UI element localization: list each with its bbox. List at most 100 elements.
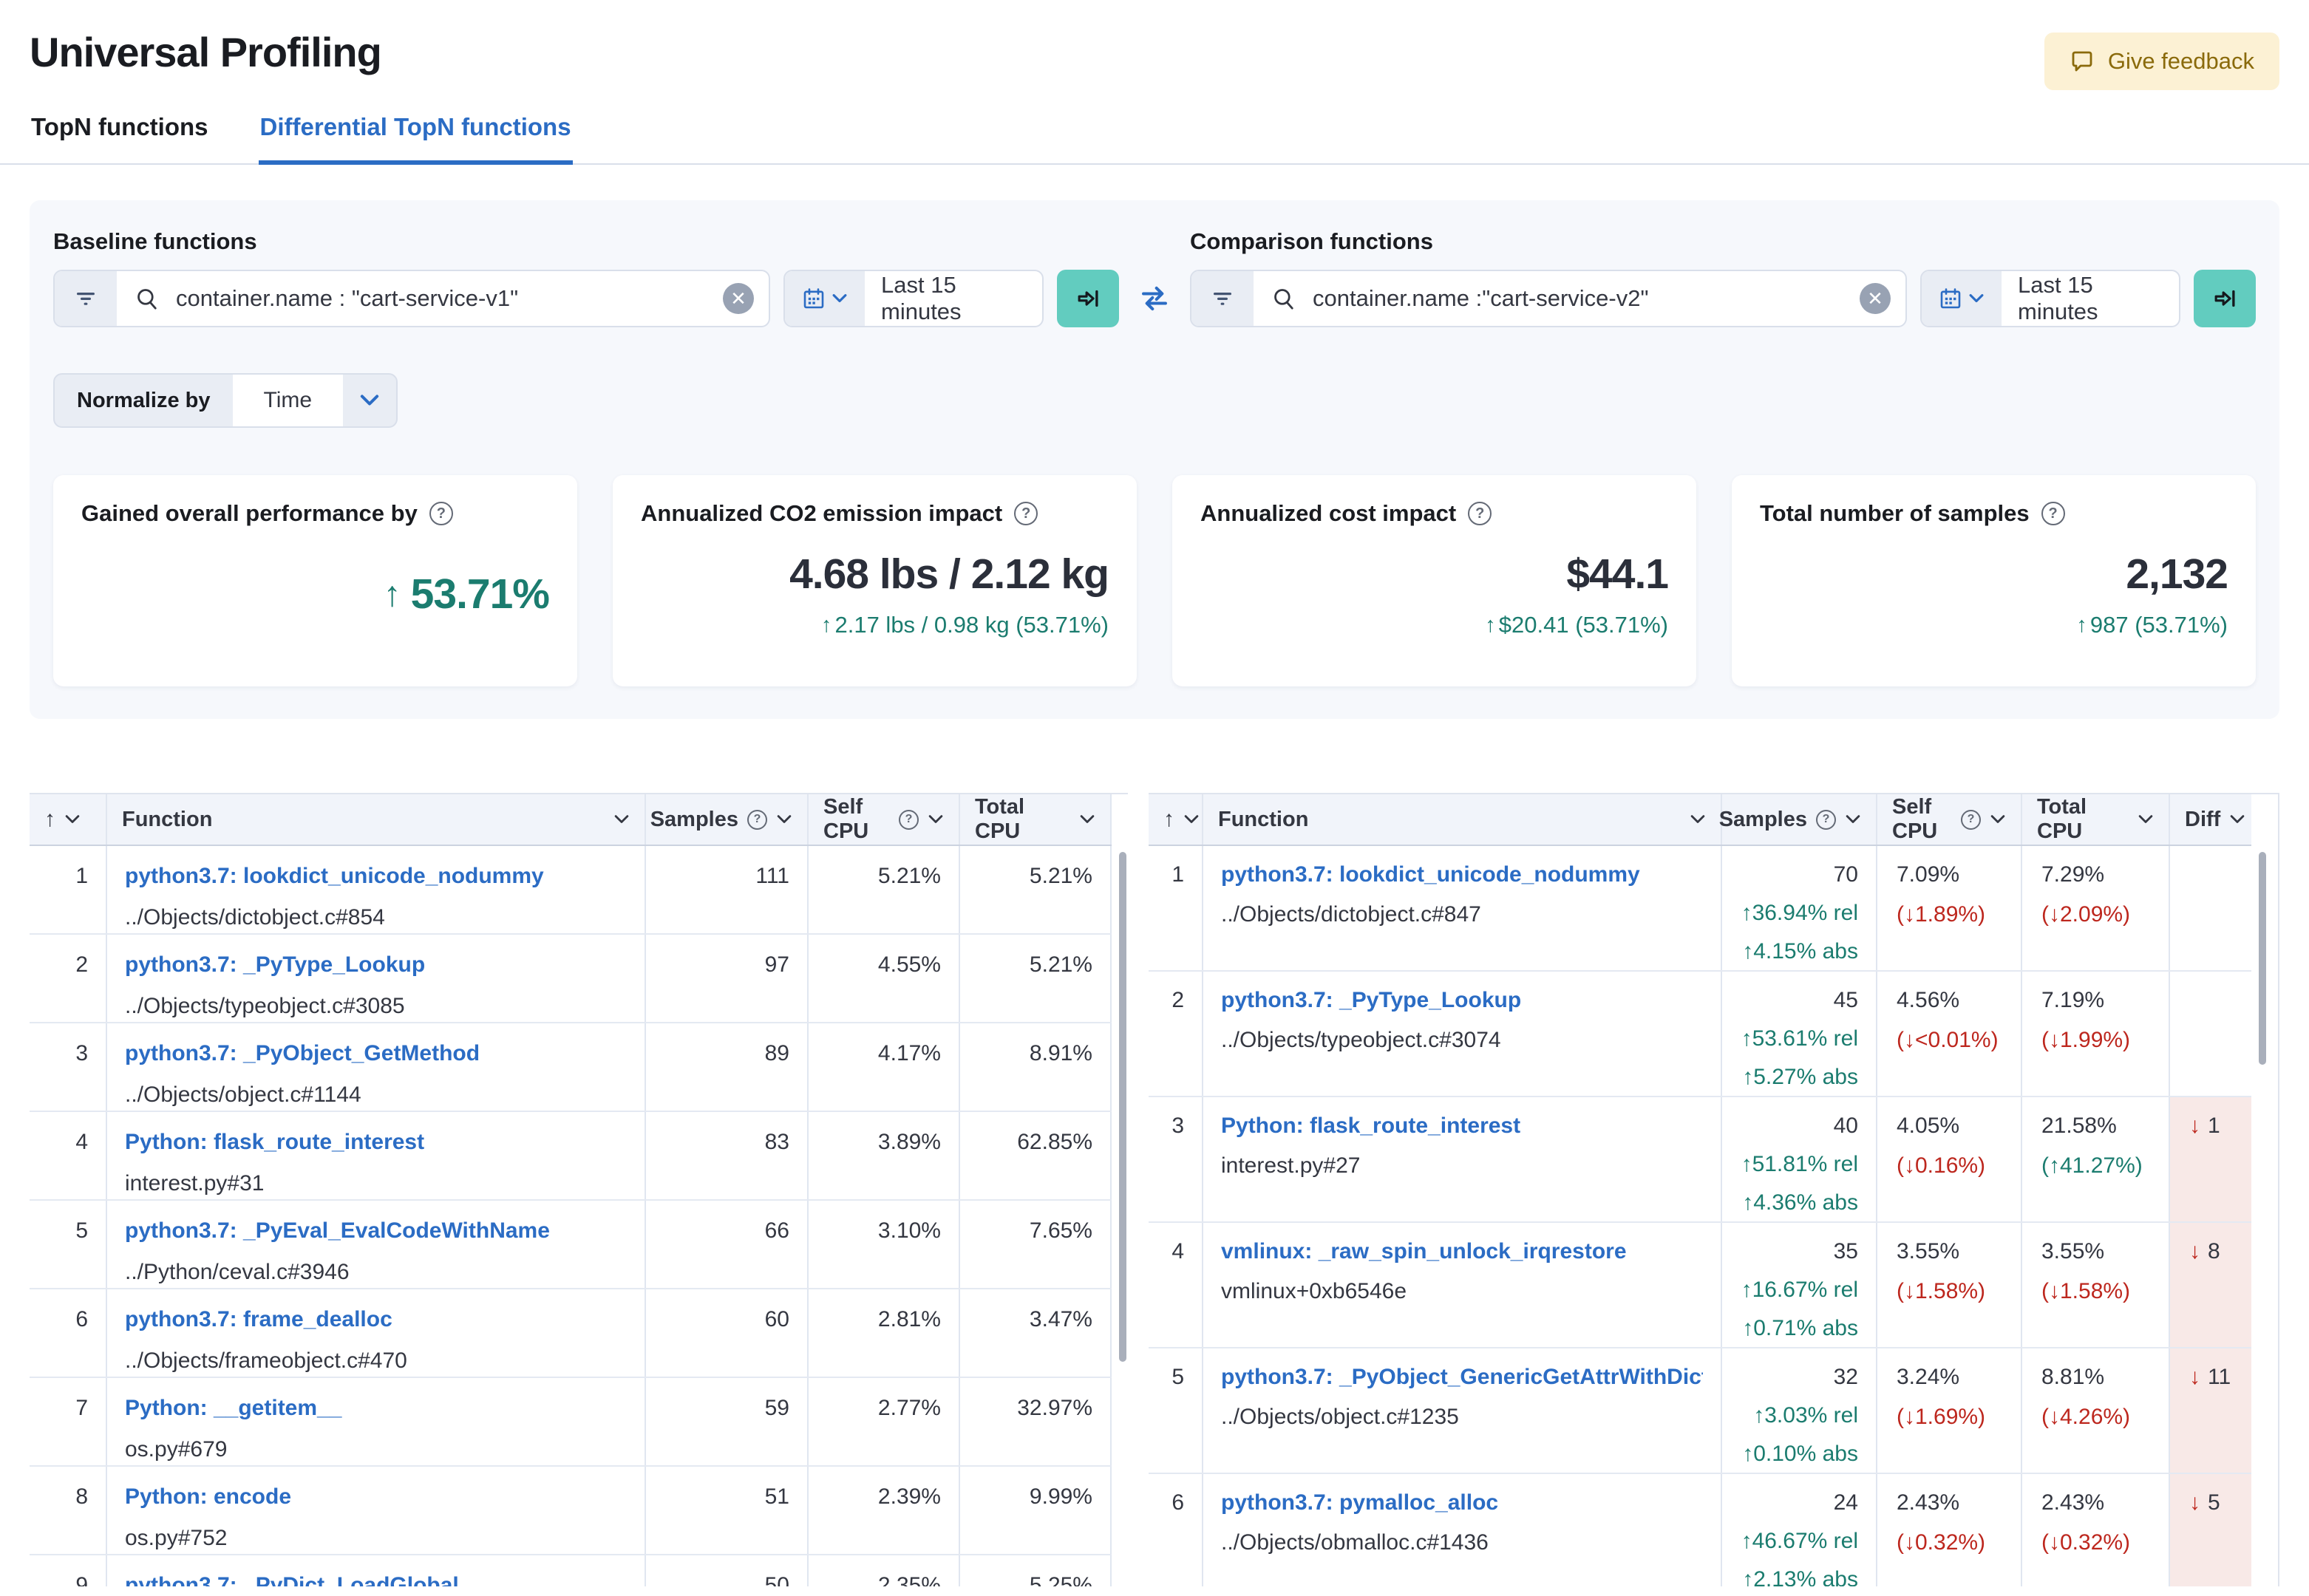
function-link[interactable]: vmlinux: _raw_spin_unlock_irqrestore <box>1221 1239 1703 1264</box>
tables-section: ↑ Function Samples ? Self CPU ? Total CP… <box>0 793 2309 1586</box>
self-cpu-value: 3.55% <box>1897 1239 1960 1264</box>
arrow-down-icon: ↓ <box>2189 1114 2200 1138</box>
baseline-clear-icon[interactable]: ✕ <box>723 283 754 314</box>
samples-relative-change: ↑53.61% rel <box>1741 1026 1858 1051</box>
self-cpu-delta: (↓<0.01%) <box>1897 1028 1999 1052</box>
baseline-filter-button[interactable] <box>55 271 117 326</box>
function-link[interactable]: python3.7: _PyType_Lookup <box>1221 988 1703 1013</box>
arrow-up-icon: ↑ <box>820 613 832 637</box>
comparison-calendar-button[interactable] <box>1922 271 2002 326</box>
comparison-filter-button[interactable] <box>1191 271 1254 326</box>
tab-bar: TopN functions Differential TopN functio… <box>0 109 2309 165</box>
header-rank-sort[interactable]: ↑ <box>30 794 107 845</box>
function-source-file: ../Objects/dictobject.c#847 <box>1221 902 1481 927</box>
rank-diff-cell: ↓ 5 <box>2170 1474 2251 1586</box>
row-rank: 4 <box>30 1112 107 1199</box>
samples-absolute-change: ↑4.15% abs <box>1742 939 1858 964</box>
function-link[interactable]: Python: __getitem__ <box>125 1396 627 1421</box>
comparison-time-range[interactable]: Last 15 minutes <box>2002 271 2179 326</box>
function-link[interactable]: python3.7: _PyType_Lookup <box>125 952 627 978</box>
row-rank: 5 <box>1149 1348 1203 1473</box>
header-self-cpu[interactable]: Self CPU ? <box>809 794 960 845</box>
function-source-file: ../Objects/frameobject.c#470 <box>125 1348 407 1373</box>
header-function[interactable]: Function <box>107 794 646 845</box>
header-self-cpu[interactable]: Self CPU ? <box>1877 794 2022 845</box>
header-samples[interactable]: Samples ? <box>646 794 809 845</box>
total-cpu-value: 7.19% <box>2041 988 2105 1012</box>
calendar-icon <box>1940 288 1961 309</box>
function-link[interactable]: Python: flask_route_interest <box>125 1130 627 1155</box>
function-link[interactable]: python3.7: lookdict_unicode_nodummy <box>1221 862 1703 887</box>
help-icon[interactable]: ? <box>1468 502 1492 525</box>
total-cpu-delta: (↓2.09%) <box>2041 902 2131 927</box>
rank-diff-value: 5 <box>2208 1490 2220 1515</box>
self-cpu-value: 2.43% <box>1897 1490 1960 1515</box>
rank-diff-cell <box>2170 972 2251 1096</box>
self-cpu-delta: (↓0.32%) <box>1897 1530 1986 1555</box>
baseline-update-button[interactable] <box>1057 270 1119 327</box>
row-rank: 4 <box>1149 1223 1203 1347</box>
header-diff[interactable]: Diff <box>2170 794 2251 845</box>
samples-value: 35 <box>1833 1239 1858 1264</box>
chevron-down-icon <box>360 395 379 406</box>
chevron-down-icon <box>1690 815 1705 823</box>
comparison-update-button[interactable] <box>2194 270 2256 327</box>
function-link[interactable]: python3.7: frame_dealloc <box>125 1307 627 1332</box>
estimated-help-icon[interactable]: ? <box>899 809 919 830</box>
function-source-file: interest.py#27 <box>1221 1153 1361 1178</box>
samples-value: 60 <box>646 1289 809 1377</box>
estimated-help-icon[interactable]: ? <box>747 809 767 830</box>
function-link[interactable]: Python: flask_route_interest <box>1221 1114 1703 1139</box>
self-cpu-value: 3.24% <box>1897 1365 1960 1389</box>
help-icon[interactable]: ? <box>1014 502 1038 525</box>
samples-value: 111 <box>646 846 809 933</box>
row-rank: 2 <box>30 935 107 1022</box>
baseline-search-box: container.name : "cart-service-v1" ✕ <box>53 270 770 327</box>
function-link[interactable]: Python: encode <box>125 1484 627 1510</box>
chevron-down-icon <box>2138 815 2153 823</box>
table-row: 5 python3.7: _PyObject_GenericGetAttrWit… <box>1149 1348 2251 1474</box>
samples-value: 45 <box>1833 988 1858 1012</box>
chevron-down-icon <box>614 815 629 823</box>
give-feedback-button[interactable]: Give feedback <box>2044 33 2279 90</box>
comparison-clear-icon[interactable]: ✕ <box>1860 283 1891 314</box>
baseline-datepicker: Last 15 minutes <box>783 270 1044 327</box>
swap-sides-button[interactable] <box>1119 270 1190 327</box>
column-label: Function <box>1218 807 1309 831</box>
header-samples[interactable]: Samples ? <box>1719 794 1877 845</box>
column-label: Function <box>122 807 213 831</box>
baseline-table-scrollbar[interactable] <box>1119 852 1126 1362</box>
header-rank-sort[interactable]: ↑ <box>1149 794 1203 845</box>
row-rank: 7 <box>30 1378 107 1465</box>
sort-ascending-icon: ↑ <box>44 807 55 831</box>
function-link[interactable]: python3.7: lookdict_unicode_nodummy <box>125 864 627 889</box>
baseline-calendar-button[interactable] <box>785 271 865 326</box>
self-cpu-value: 4.17% <box>809 1023 960 1111</box>
estimated-help-icon[interactable]: ? <box>1961 809 1981 830</box>
function-link[interactable]: python3.7: _PyEval_EvalCodeWithName <box>125 1218 627 1244</box>
column-label: Total CPU <box>2037 795 2087 843</box>
function-link[interactable]: python3.7: _PyObject_GenericGetAttrWithD… <box>1221 1365 1703 1390</box>
comparison-search-input[interactable]: container.name :"cart-service-v2" ✕ <box>1254 271 1905 326</box>
tab-topn-functions[interactable]: TopN functions <box>30 109 210 163</box>
normalize-chevron-button[interactable] <box>343 375 396 426</box>
header-total-cpu[interactable]: Total CPU <box>2022 794 2170 845</box>
tab-differential-topn-functions[interactable]: Differential TopN functions <box>258 109 573 165</box>
baseline-time-range[interactable]: Last 15 minutes <box>865 271 1042 326</box>
function-link[interactable]: python3.7: _PyDict_LoadGlobal <box>125 1573 627 1586</box>
samples-relative-change: ↑36.94% rel <box>1741 901 1858 925</box>
estimated-help-icon[interactable]: ? <box>1816 809 1836 830</box>
function-link[interactable]: python3.7: pymalloc_alloc <box>1221 1490 1703 1515</box>
total-cpu-value: 5.25% <box>960 1555 1112 1586</box>
help-icon[interactable]: ? <box>2041 502 2065 525</box>
function-link[interactable]: python3.7: _PyObject_GetMethod <box>125 1041 627 1066</box>
baseline-search-input[interactable]: container.name : "cart-service-v1" ✕ <box>117 271 769 326</box>
help-icon[interactable]: ? <box>429 502 453 525</box>
total-cpu-value: 5.21% <box>960 846 1112 933</box>
header-total-cpu[interactable]: Total CPU <box>960 794 1112 845</box>
sort-ascending-icon: ↑ <box>1163 807 1174 831</box>
normalize-by-select[interactable]: Time <box>232 375 344 426</box>
rank-diff-cell: ↓ 1 <box>2170 1097 2251 1221</box>
comparison-table-scrollbar[interactable] <box>2259 852 2266 1065</box>
header-function[interactable]: Function <box>1203 794 1722 845</box>
